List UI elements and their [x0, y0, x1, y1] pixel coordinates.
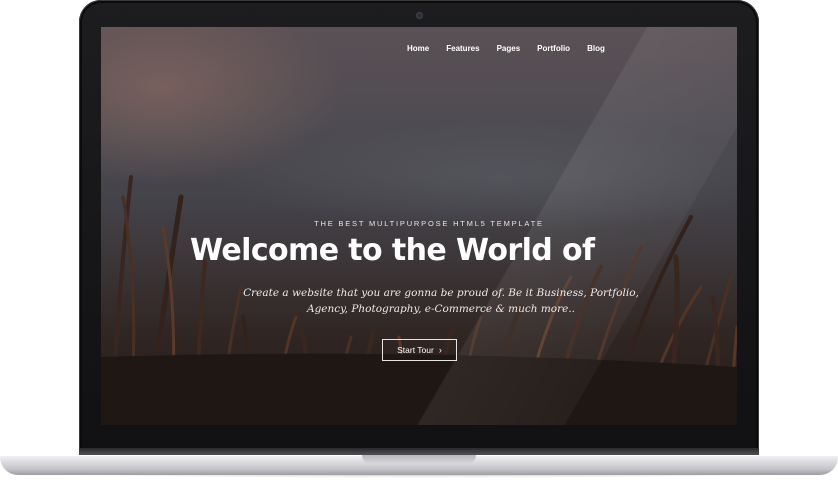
hero-subline-line-2: Agency, Photography, e-Commerce & much m… [306, 303, 576, 315]
start-tour-button[interactable]: Start Tour › [382, 339, 457, 361]
hero-tagline: THE BEST MULTIPURPOSE HTML5 TEMPLATE [314, 219, 544, 228]
camera-icon [416, 12, 423, 19]
nav-item-home[interactable]: Home [407, 44, 429, 53]
nav-item-pages[interactable]: Pages [497, 44, 521, 53]
start-tour-label: Start Tour [397, 345, 434, 355]
hero-subline-line-1: Create a website that you are gonna be p… [243, 287, 639, 299]
laptop-notch [362, 455, 476, 464]
chevron-right-icon: › [438, 344, 442, 355]
screen: Home Features Pages Portfolio Blog THE B… [101, 27, 737, 425]
nav-item-portfolio[interactable]: Portfolio [537, 44, 570, 53]
top-nav: Home Features Pages Portfolio Blog [407, 44, 622, 53]
nav-item-blog[interactable]: Blog [587, 44, 605, 53]
nav-item-features[interactable]: Features [446, 44, 479, 53]
hero-subline: Create a website that you are gonna be p… [241, 285, 641, 317]
hero-headline: Welcome to the World of [190, 233, 595, 268]
